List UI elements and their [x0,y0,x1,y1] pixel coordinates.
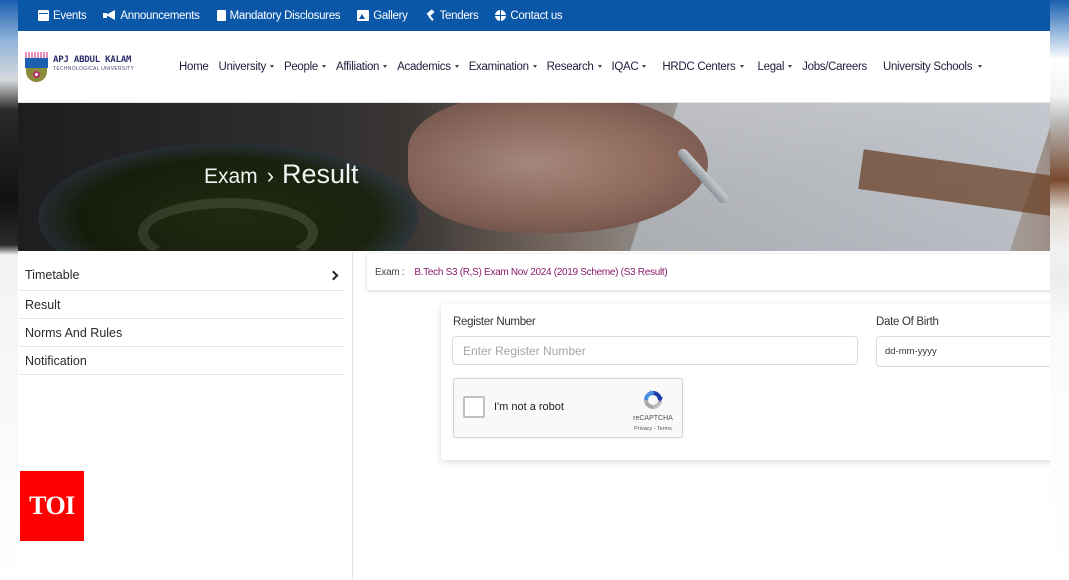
topbar-link-label: Gallery [373,9,408,22]
date-of-birth-input[interactable] [876,336,1050,367]
topbar-link-label: Contact us [510,9,563,22]
logo-title: APJ ABDUL KALAM [53,54,132,65]
globe-icon [495,10,507,21]
register-number-input[interactable] [452,336,858,365]
nav-item-university-schools[interactable]: University Schools [883,61,983,73]
breadcrumb-separator: › [266,163,275,188]
caret-down-icon [383,65,388,68]
recaptcha-widget: I'm not a robot reCAPTCHA Privacy - Term… [453,378,683,438]
site-header: APJ ABDUL KALAM TECHNOLOGICAL UNIVERSITY… [18,31,1050,103]
nav-item-hrdc-centers[interactable]: HRDC Centers [662,61,744,73]
topbar-link-label: Tenders [439,9,479,22]
file-icon [216,10,226,21]
topbar-link-label: Events [53,9,87,22]
logo-tagline [53,74,134,78]
sidebar-item-result[interactable]: Result [20,291,343,319]
nav-item-jobs-careers[interactable]: Jobs/Careers [802,61,867,73]
sidebar-item-norms-and-rules[interactable]: Norms And Rules [20,319,343,347]
page-banner: Exam › Result [18,103,1050,251]
exam-info-bar: Exam : B.Tech S3 (R,S) Exam Nov 2024 (20… [367,254,1050,290]
caret-down-icon [788,65,793,68]
calendar-icon [38,10,49,21]
nav-item-home[interactable]: Home [179,61,209,73]
caret-down-icon [269,65,274,68]
exam-name: B.Tech S3 (R,S) Exam Nov 2024 (2019 Sche… [414,266,668,278]
bullhorn-icon [103,10,116,21]
toi-watermark-logo: TOI [20,471,84,541]
breadcrumb-item-result: Result [282,159,359,189]
nav-item-legal[interactable]: Legal [758,61,793,73]
date-of-birth-label: Date Of Birth [876,316,939,328]
recaptcha-brand: reCAPTCHA [633,415,673,422]
topbar-link-label: Announcements [120,9,200,22]
sidebar-item-notification[interactable]: Notification [20,347,343,375]
topbar-link-contact-us[interactable]: Contact us [495,9,563,22]
breadcrumb: Exam › Result [204,159,359,190]
topbar-link-tenders[interactable]: Tenders [425,10,479,22]
recaptcha-privacy-terms[interactable]: Privacy - Terms [626,426,680,432]
result-form: Register Number Date Of Birth I'm not a … [441,304,1050,460]
sidebar-item-timetable[interactable]: Timetable [20,260,343,291]
breadcrumb-item-exam[interactable]: Exam [204,165,258,189]
topbar-link-events[interactable]: Events [38,9,87,22]
page: Events Announcements Mandatory Disclosur… [18,0,1050,580]
nav-item-iqac[interactable]: IQAC [612,61,647,73]
caret-down-icon [532,65,537,68]
nav-item-people[interactable]: People [284,61,326,73]
register-number-label: Register Number [453,316,536,328]
crest-icon [25,51,48,82]
topbar-link-label: Mandatory Disclosures [229,9,341,22]
gavel-icon [425,10,436,21]
topbar-link-mandatory-disclosures[interactable]: Mandatory Disclosures [216,9,341,22]
image-icon [357,10,370,21]
top-utility-bar: Events Announcements Mandatory Disclosur… [18,0,1050,31]
topbar-link-announcements[interactable]: Announcements [103,9,200,22]
caret-down-icon [642,65,647,68]
nav-item-affiliation[interactable]: Affiliation [336,61,388,73]
nav-item-academics[interactable]: Academics [397,61,459,73]
logo-subtitle: TECHNOLOGICAL UNIVERSITY [53,65,135,72]
recaptcha-checkbox[interactable] [463,396,485,418]
caret-down-icon [321,65,326,68]
sidebar-menu: Timetable Result Norms And Rules Notific… [20,252,343,375]
topbar-link-gallery[interactable]: Gallery [357,9,408,22]
caret-down-icon [978,65,983,68]
chevron-right-icon [328,270,339,280]
caret-down-icon [454,65,459,68]
caret-down-icon [597,65,602,68]
blurred-right-edge [1050,0,1069,580]
recaptcha-label: I'm not a robot [494,401,564,413]
blurred-left-edge [0,0,18,580]
nav-item-examination[interactable]: Examination [469,61,537,73]
nav-item-research[interactable]: Research [547,61,602,73]
university-logo[interactable]: APJ ABDUL KALAM TECHNOLOGICAL UNIVERSITY [25,51,165,82]
recaptcha-logo-icon [644,390,663,409]
caret-down-icon [739,65,744,68]
nav-item-university[interactable]: University [218,61,274,73]
main-nav: Home University People Affiliation Acade… [179,61,992,73]
exam-label: Exam : [375,266,405,278]
